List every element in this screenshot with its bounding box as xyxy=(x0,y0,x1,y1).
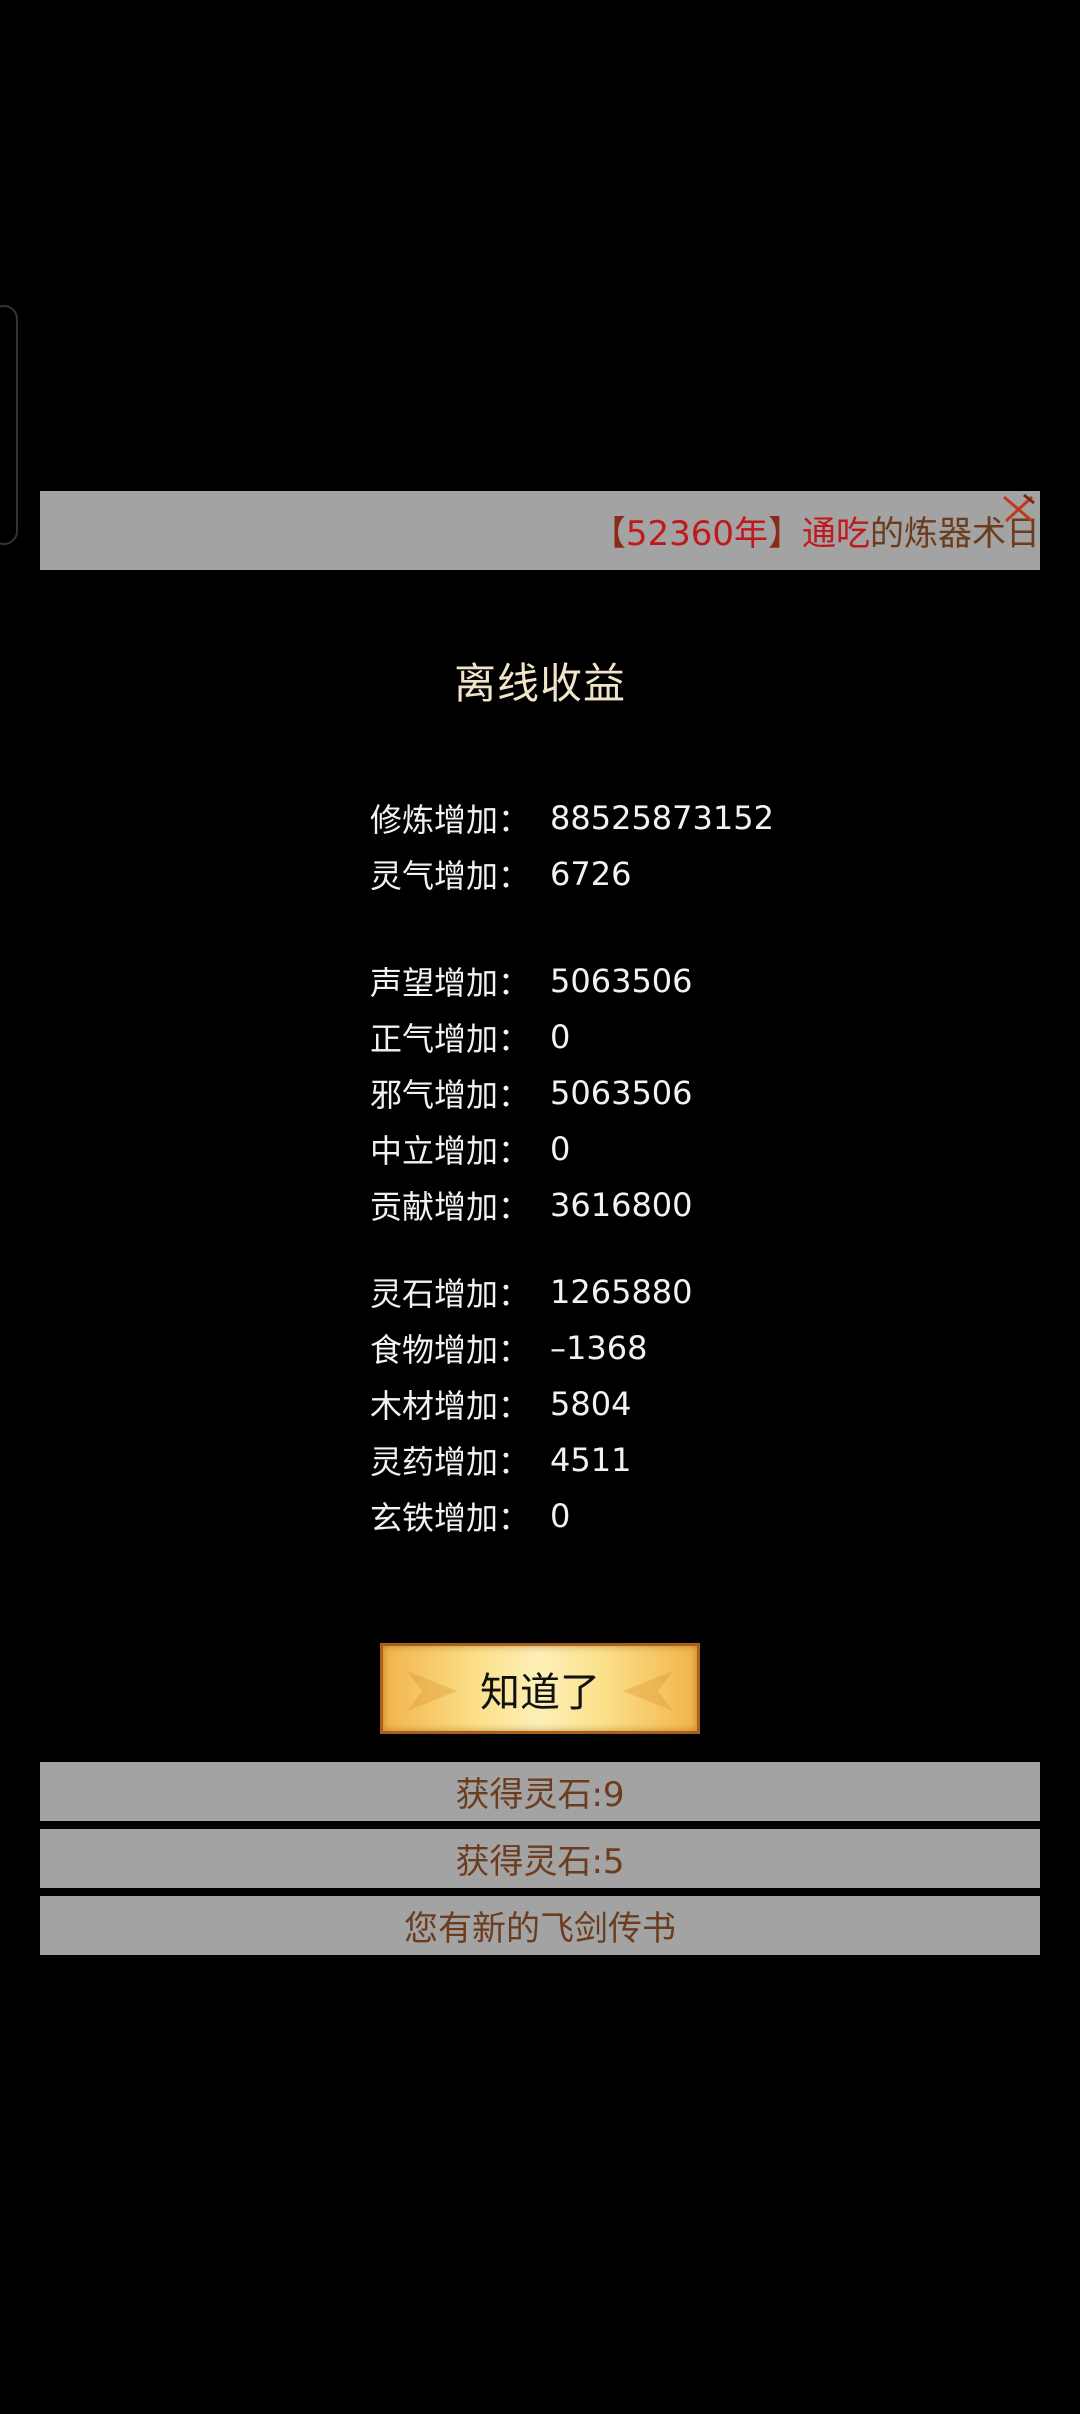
ticker-year: 52360年 xyxy=(625,514,768,554)
got-it-button[interactable]: 知道了 xyxy=(380,1643,700,1734)
stat-row: 声望增加： 5063506 xyxy=(370,953,774,1009)
notice-bar[interactable]: 获得灵石:9 xyxy=(40,1762,1040,1821)
stat-value: 1265880 xyxy=(550,1273,693,1311)
stat-row: 玄铁增加： 0 xyxy=(370,1488,774,1544)
stat-value: 88525873152 xyxy=(550,799,774,837)
notice-text: 您有新的飞剑传书 xyxy=(404,1909,676,1949)
wing-ornament-icon xyxy=(623,1671,673,1711)
stat-row: 食物增加： –1368 xyxy=(370,1320,774,1376)
stat-label: 正气增加： xyxy=(370,1020,531,1058)
stat-value: 0 xyxy=(550,1018,571,1056)
notice-text: 获得灵石:9 xyxy=(455,1775,625,1815)
stat-label: 声望增加： xyxy=(370,964,531,1002)
offline-earnings-list: 修炼增加： 88525873152 灵气增加： 6726 声望增加： 50635… xyxy=(370,790,774,1544)
stat-value: 6726 xyxy=(550,855,632,893)
stat-row: 邪气增加： 5063506 xyxy=(370,1065,774,1121)
stat-value: 0 xyxy=(550,1130,571,1168)
stat-label: 食物增加： xyxy=(370,1331,531,1369)
stat-row: 修炼增加： 88525873152 xyxy=(370,790,774,846)
stat-value: 5804 xyxy=(550,1385,632,1423)
news-ticker[interactable]: 【 52360年 】 通吃 的炼器术日 xyxy=(40,491,1040,570)
got-it-label: 知道了 xyxy=(480,1669,600,1716)
stat-label: 灵气增加： xyxy=(370,857,531,895)
stat-label: 中立增加： xyxy=(370,1132,531,1170)
stat-label: 贡献增加： xyxy=(370,1188,531,1226)
stat-label: 修炼增加： xyxy=(370,801,531,839)
stat-label: 灵药增加： xyxy=(370,1443,531,1481)
notice-bar[interactable]: 您有新的飞剑传书 xyxy=(40,1896,1040,1955)
stat-value: 3616800 xyxy=(550,1186,693,1224)
stat-row: 木材增加： 5804 xyxy=(370,1376,774,1432)
stat-row: 灵气增加： 6726 xyxy=(370,846,774,902)
stat-value: 5063506 xyxy=(550,962,693,1000)
stat-row: 灵药增加： 4511 xyxy=(370,1432,774,1488)
stat-row: 正气增加： 0 xyxy=(370,1009,774,1065)
stat-label: 玄铁增加： xyxy=(370,1499,531,1537)
edge-drawer-handle[interactable] xyxy=(0,305,18,545)
wing-ornament-icon xyxy=(407,1671,457,1711)
stat-label: 邪气增加： xyxy=(370,1076,531,1114)
crossed-swords-icon[interactable] xyxy=(998,491,1038,531)
stat-row: 中立增加： 0 xyxy=(370,1121,774,1177)
stat-value: 4511 xyxy=(550,1441,632,1479)
stat-value: –1368 xyxy=(550,1329,648,1367)
stat-row: 贡献增加： 3616800 xyxy=(370,1177,774,1233)
notice-text: 获得灵石:5 xyxy=(455,1842,625,1882)
stat-label: 灵石增加： xyxy=(370,1275,531,1313)
ticker-close-bracket: 】 xyxy=(768,514,802,554)
ticker-open-bracket: 【 xyxy=(591,514,626,554)
page-title: 离线收益 xyxy=(453,659,626,708)
stat-label: 木材增加： xyxy=(370,1387,531,1425)
notice-bar[interactable]: 获得灵石:5 xyxy=(40,1829,1040,1888)
stat-value: 0 xyxy=(550,1497,571,1535)
stat-value: 5063506 xyxy=(550,1074,693,1112)
ticker-person: 通吃 xyxy=(802,514,870,554)
stat-row: 灵石增加： 1265880 xyxy=(370,1264,774,1320)
